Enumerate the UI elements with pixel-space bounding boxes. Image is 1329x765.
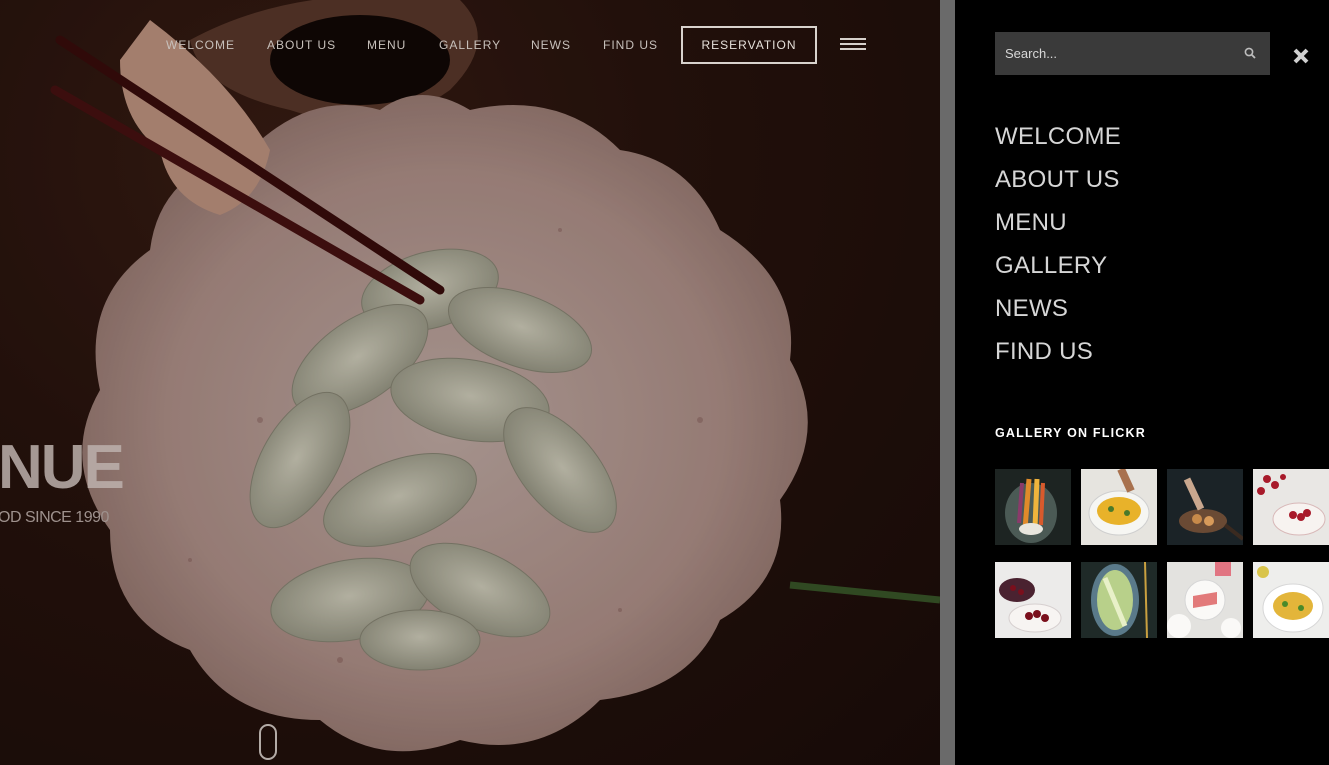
bowl-salad-thumb[interactable] xyxy=(1081,469,1157,545)
hero-section: WELCOME ABOUT US MENU GALLERY NEWS FIND … xyxy=(0,0,940,765)
search-input[interactable] xyxy=(995,32,1235,75)
nav-welcome[interactable]: WELCOME xyxy=(166,38,235,52)
hamburger-menu-icon[interactable] xyxy=(840,38,866,52)
search-icon[interactable] xyxy=(1244,47,1256,59)
side-menu-welcome[interactable]: WELCOME xyxy=(995,122,1121,165)
side-menu-news[interactable]: NEWS xyxy=(995,294,1121,337)
side-panel: WELCOME ABOUT US MENU GALLERY NEWS FIND … xyxy=(955,0,1329,765)
side-menu-find-us[interactable]: FIND US xyxy=(995,337,1121,380)
pasta-thumb[interactable] xyxy=(1253,562,1329,638)
flickr-gallery-title: GALLERY ON FLICKR xyxy=(995,426,1146,440)
hero-overlay xyxy=(0,0,940,765)
nav-menu[interactable]: MENU xyxy=(367,38,406,52)
side-menu: WELCOME ABOUT US MENU GALLERY NEWS FIND … xyxy=(995,122,1121,380)
side-menu-about-us[interactable]: ABOUT US xyxy=(995,165,1121,208)
side-menu-gallery[interactable]: GALLERY xyxy=(995,251,1121,294)
sliced-fruit-thumb[interactable] xyxy=(1167,562,1243,638)
hero-title: NUE xyxy=(0,433,125,502)
reservation-button[interactable]: RESERVATION xyxy=(681,26,817,64)
nav-news[interactable]: NEWS xyxy=(531,38,571,52)
scroll-down-icon[interactable] xyxy=(259,724,277,760)
pan-cooking-thumb[interactable] xyxy=(1167,469,1243,545)
hero-subtitle: OD SINCE 1990 xyxy=(0,509,109,526)
panel-divider xyxy=(940,0,955,765)
nav-find-us[interactable]: FIND US xyxy=(603,38,658,52)
cherries-bowl-thumb[interactable] xyxy=(995,562,1071,638)
nav-about-us[interactable]: ABOUT US xyxy=(267,38,336,52)
green-salad-thumb[interactable] xyxy=(1081,562,1157,638)
search-box xyxy=(995,32,1270,75)
close-icon[interactable] xyxy=(1293,48,1309,64)
vegetables-thumb[interactable] xyxy=(995,469,1071,545)
cherries-thumb[interactable] xyxy=(1253,469,1329,545)
side-menu-menu[interactable]: MENU xyxy=(995,208,1121,251)
nav-gallery[interactable]: GALLERY xyxy=(439,38,501,52)
top-navigation: WELCOME ABOUT US MENU GALLERY NEWS FIND … xyxy=(0,26,940,64)
